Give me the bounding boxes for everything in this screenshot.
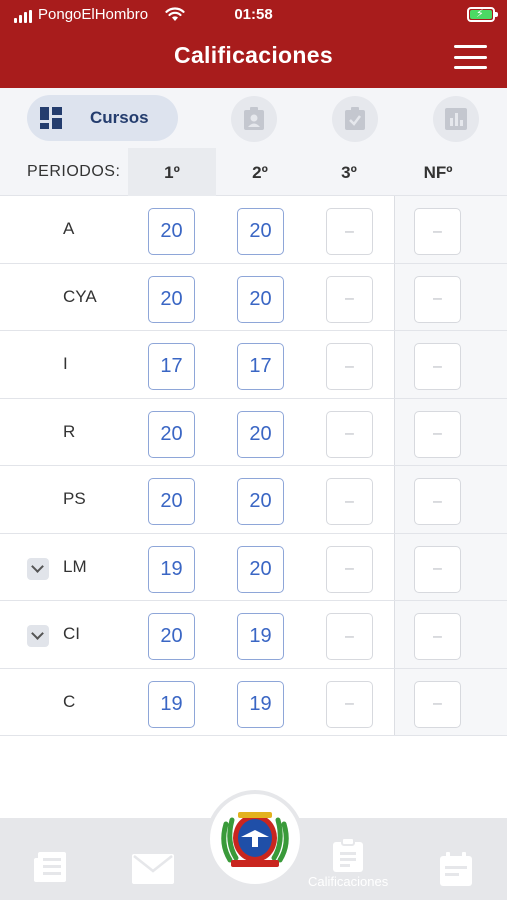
grade-cell-empty[interactable]: –	[414, 680, 461, 728]
table-row[interactable]: A 20 20– –	[0, 196, 507, 264]
grade-cell[interactable]: 20	[237, 275, 284, 323]
school-crest-icon	[221, 812, 289, 867]
status-bar: PongoElHombro 01:58 ⚡	[0, 0, 507, 30]
nav-news[interactable]	[34, 850, 68, 884]
grade-cell[interactable]: 20	[237, 208, 284, 255]
clipboard-list-icon	[333, 838, 364, 872]
course-name: LM	[63, 556, 87, 576]
table-row[interactable]: PS 20 20– –	[0, 466, 507, 534]
tab-cursos-label: Cursos	[90, 108, 149, 127]
grade-cell-empty[interactable]: –	[414, 478, 461, 525]
battery-icon: ⚡	[467, 7, 498, 22]
school-logo-button[interactable]	[206, 790, 304, 888]
course-name: I	[63, 354, 68, 373]
app-header: PongoElHombro 01:58 ⚡ Calificaciones	[0, 0, 507, 88]
table-row[interactable]: R 20 20– –	[0, 399, 507, 466]
menu-button[interactable]	[454, 45, 487, 69]
grade-cell[interactable]: 20	[237, 478, 284, 525]
grade-cell-empty[interactable]: –	[326, 680, 373, 728]
grade-cell-empty[interactable]: –	[326, 613, 373, 660]
grade-cell[interactable]: 20	[237, 410, 284, 458]
period-2-header[interactable]: 2º	[230, 163, 290, 183]
status-time: 01:58	[234, 6, 273, 23]
grade-cell[interactable]: 19	[237, 613, 284, 660]
grade-cell[interactable]: 19	[148, 545, 195, 593]
table-row[interactable]: C 19 19– –	[0, 669, 507, 736]
grade-cell[interactable]: 17	[148, 343, 195, 390]
grade-cell[interactable]: 20	[237, 545, 284, 593]
grade-cell[interactable]: 19	[237, 680, 284, 728]
final-grade-header: NFº	[423, 163, 453, 182]
grade-cell-empty[interactable]: –	[414, 208, 461, 255]
hamburger-icon	[454, 45, 487, 48]
period-3-header[interactable]: 3º	[319, 163, 379, 183]
grade-cell[interactable]: 20	[148, 275, 195, 323]
nav-calificaciones[interactable]: Calificaciones	[308, 838, 388, 889]
course-name: C	[63, 691, 76, 711]
tab-cursos[interactable]: Cursos	[27, 95, 178, 141]
course-name: CI	[63, 624, 80, 643]
course-name: A	[63, 219, 75, 238]
tab-profile[interactable]	[231, 96, 277, 142]
grade-cell-empty[interactable]: –	[414, 613, 461, 660]
tab-tasks[interactable]	[332, 96, 378, 142]
page-title: Calificaciones	[174, 42, 333, 68]
table-row[interactable]: I 17 17– –	[0, 331, 507, 399]
grade-cell-empty[interactable]: –	[326, 208, 373, 255]
newspaper-icon	[34, 852, 66, 882]
course-name: R	[63, 421, 76, 441]
mail-icon	[132, 854, 174, 884]
table-header: PERIODOS: 1º 2º 3º NFº	[0, 148, 507, 196]
period-1-header[interactable]: 1º	[142, 163, 202, 183]
grade-cell-empty[interactable]: –	[414, 275, 461, 323]
chevron-down-icon[interactable]	[27, 557, 49, 580]
grade-cell[interactable]: 20	[148, 613, 195, 660]
dashboard-grid-icon	[40, 107, 62, 129]
grade-cell[interactable]: 20	[148, 478, 195, 525]
calendar-icon	[440, 852, 472, 886]
bar-chart-icon	[445, 108, 467, 130]
grade-cell-empty[interactable]: –	[326, 478, 373, 525]
grade-cell-empty[interactable]: –	[414, 545, 461, 593]
periods-label: PERIODOS:	[27, 163, 121, 180]
table-row[interactable]: LM 19 20– –	[0, 534, 507, 601]
chevron-down-icon[interactable]	[27, 625, 49, 647]
grade-cell[interactable]: 20	[148, 410, 195, 458]
grades-table: PERIODOS: 1º 2º 3º NFº A 20 20– – CYA 20 20– – I…	[0, 148, 507, 736]
grade-cell-empty[interactable]: –	[326, 343, 373, 390]
table-row[interactable]: CI 20 19– –	[0, 601, 507, 669]
id-badge-icon	[244, 107, 264, 130]
table-row[interactable]: CYA 20 20– –	[0, 264, 507, 331]
grade-cell-empty[interactable]: –	[326, 545, 373, 593]
clipboard-check-icon	[345, 107, 365, 130]
view-tabs: Cursos	[0, 88, 507, 148]
course-name: CYA	[63, 286, 97, 306]
grade-cell[interactable]: 17	[237, 343, 284, 390]
nav-calificaciones-label: Calificaciones	[308, 874, 389, 889]
grade-cell[interactable]: 20	[148, 208, 195, 255]
grade-cell-empty[interactable]: –	[326, 275, 373, 323]
nav-calendar[interactable]	[440, 852, 472, 886]
grade-cell[interactable]: 19	[148, 680, 195, 728]
grade-cell-empty[interactable]: –	[414, 343, 461, 390]
nav-messages[interactable]	[132, 854, 174, 884]
tab-stats[interactable]	[433, 96, 479, 142]
course-name: PS	[63, 489, 86, 508]
grade-cell-empty[interactable]: –	[414, 410, 461, 458]
grade-cell-empty[interactable]: –	[326, 410, 373, 458]
